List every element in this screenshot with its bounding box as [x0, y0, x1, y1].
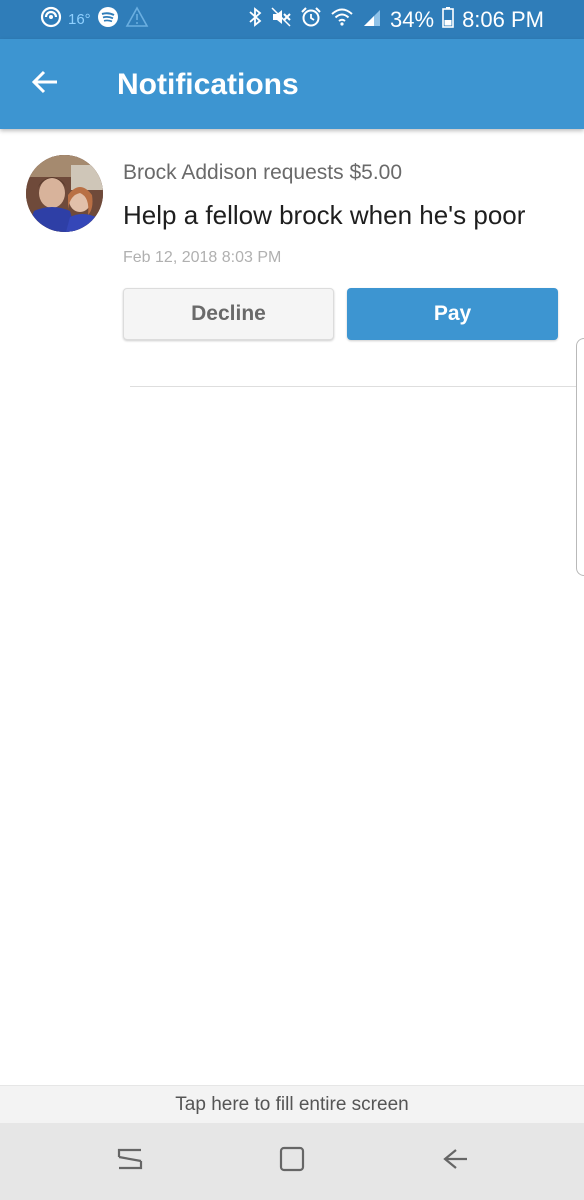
edge-panel-handle[interactable] — [576, 338, 584, 576]
weather-app-icon — [40, 6, 62, 33]
alarm-icon — [300, 6, 322, 33]
notification-title: Brock Addison requests $5.00 — [123, 161, 403, 184]
navigation-bar — [0, 1123, 584, 1200]
divider — [130, 386, 584, 387]
back-icon — [440, 1144, 470, 1179]
warning-icon — [125, 6, 149, 33]
recent-apps-button[interactable] — [80, 1123, 180, 1200]
clock-time: 8:06 PM — [462, 6, 544, 32]
status-bar: 16° 34% 8:06 PM — [0, 0, 584, 39]
home-button[interactable] — [242, 1123, 342, 1200]
home-icon — [277, 1144, 307, 1179]
status-bar-right: 34% 8:06 PM — [248, 0, 544, 39]
spotify-icon — [97, 6, 119, 33]
app-bar: Notifications — [0, 39, 584, 129]
battery-icon — [442, 6, 454, 33]
avatar — [26, 155, 103, 232]
arrow-left-icon — [31, 70, 59, 99]
page-title: Notifications — [117, 68, 299, 101]
recent-apps-icon — [115, 1144, 145, 1179]
mute-icon — [270, 6, 292, 33]
pay-button[interactable]: Pay — [347, 288, 558, 340]
notification-item: Brock Addison requests $5.00 Help a fell… — [0, 129, 584, 389]
signal-icon — [362, 6, 382, 33]
notification-message: Help a fellow brock when he's poor — [123, 200, 526, 230]
status-bar-left: 16° — [40, 0, 149, 39]
fill-screen-button[interactable]: Tap here to fill entire screen — [0, 1085, 584, 1123]
nav-back-button[interactable] — [405, 1123, 505, 1200]
notification-timestamp: Feb 12, 2018 8:03 PM — [123, 249, 282, 266]
back-button[interactable] — [20, 61, 70, 107]
bluetooth-icon — [248, 6, 262, 33]
decline-button[interactable]: Decline — [123, 288, 334, 340]
battery-percent: 34% — [390, 6, 435, 32]
wifi-icon — [330, 6, 354, 33]
temperature-text: 16° — [68, 11, 91, 28]
